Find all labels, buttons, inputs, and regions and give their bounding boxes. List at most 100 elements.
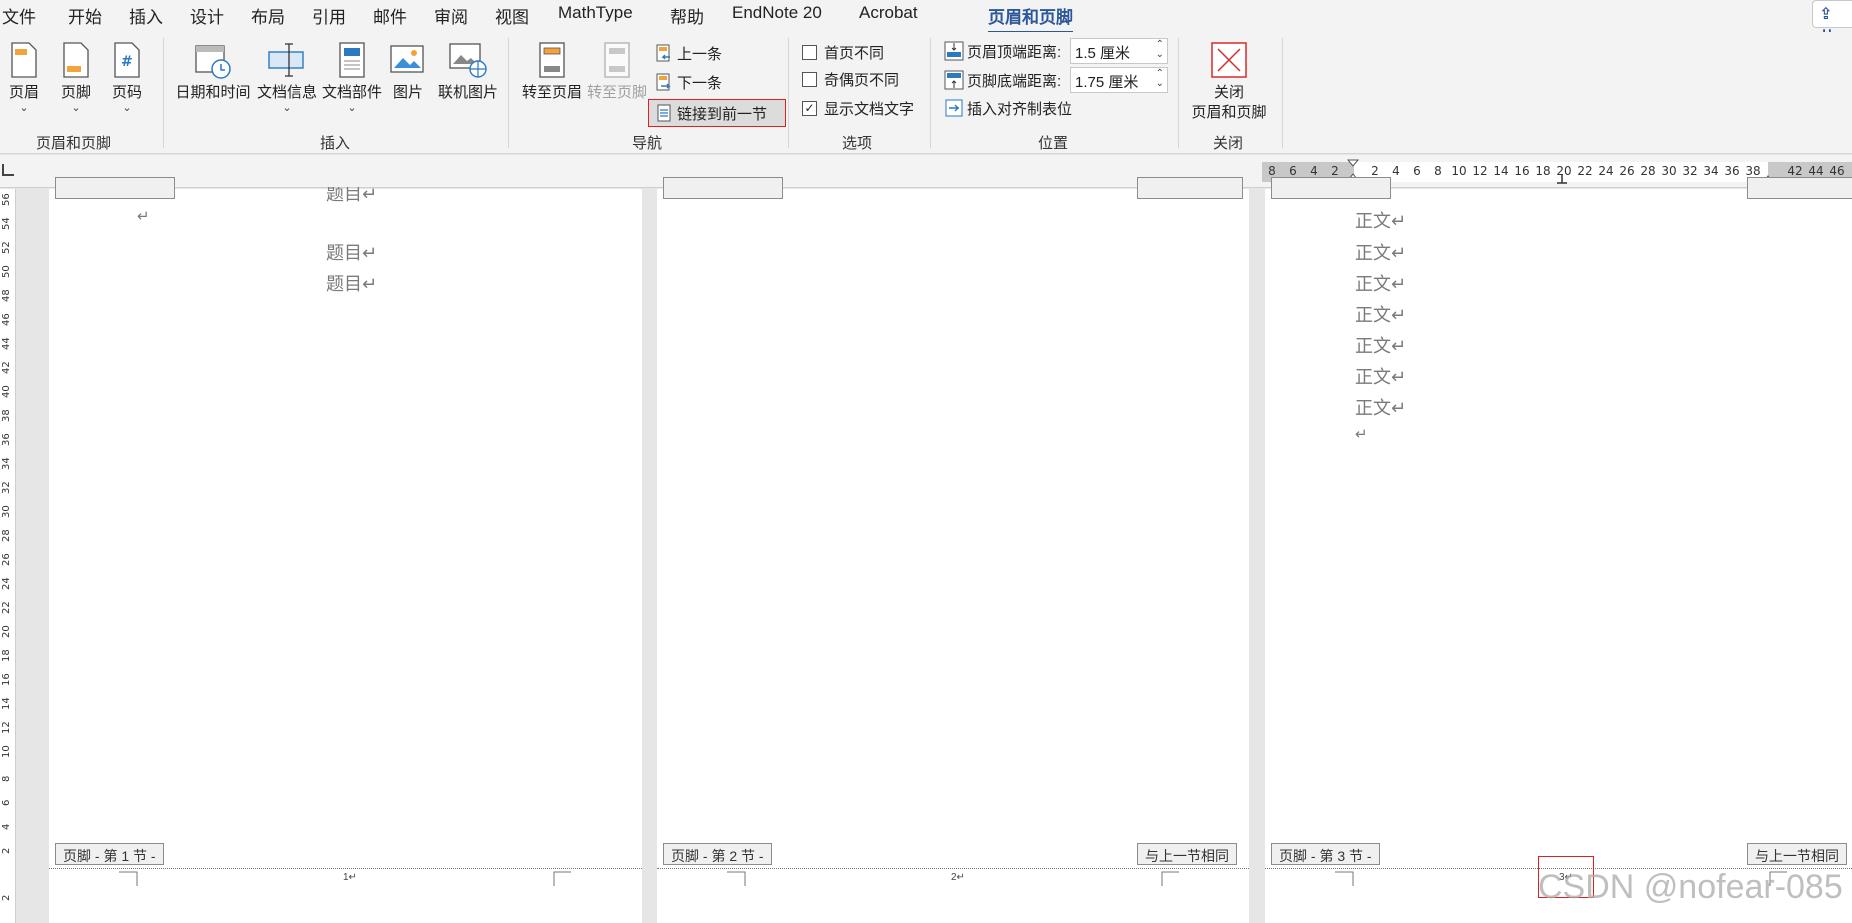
crop-mark-icon [553, 871, 571, 886]
checkmark-icon: ✓ [802, 101, 817, 116]
body-line[interactable]: 题目↵ [326, 239, 377, 265]
docparts-button[interactable]: 文档部件 ⌄ [320, 40, 384, 126]
tab-review[interactable]: 审阅 [434, 3, 468, 28]
previous-button[interactable]: 上一条 [654, 41, 722, 65]
spin-arrows-icon[interactable]: ⌃ ⌄ [1156, 69, 1164, 89]
show-document-text-checkbox[interactable]: ✓ 显示文档文字 [802, 98, 914, 119]
ruler-tick: 16 [1514, 164, 1530, 178]
diff-odd-even-checkbox[interactable]: 奇偶页不同 [802, 69, 899, 90]
footer-bottom-distance-icon [944, 70, 964, 90]
body-line[interactable]: 题目↵ [326, 270, 377, 296]
tab-mailings[interactable]: 邮件 [373, 3, 407, 28]
online-picture-icon [448, 40, 488, 80]
ruler-tick: 14 [1, 697, 12, 710]
ruler-tick: 4 [1310, 164, 1318, 178]
ruler-tick: 32 [1, 481, 12, 494]
group-divider [508, 38, 509, 148]
footer-section-tag: 页脚 - 第 2 节 - [663, 843, 772, 865]
document-parts-icon [332, 40, 372, 80]
body-line[interactable]: 正文↵ [1355, 239, 1406, 265]
page-number-field[interactable]: 1↵ [343, 872, 357, 883]
tab-references[interactable]: 引用 [312, 3, 346, 28]
body-line[interactable]: 正文↵ [1355, 363, 1406, 389]
watermark: CSDN @nofear-085 [1538, 868, 1843, 906]
page-number-button[interactable]: # 页码 ⌄ [107, 40, 147, 126]
chevron-down-icon: ⌄ [282, 102, 292, 114]
body-line[interactable]: 正文↵ [1355, 301, 1406, 327]
ruler-tick: 38 [1745, 164, 1761, 178]
ruler-tick: 2 [1331, 164, 1339, 178]
ruler-tick: 42 [1787, 164, 1803, 178]
goto-header-button[interactable]: 转至页眉 [520, 40, 584, 126]
docinfo-button[interactable]: 文档信息 ⌄ [255, 40, 319, 126]
ruler-tick: 28 [1, 529, 12, 542]
close-icon [1209, 40, 1249, 80]
online-picture-button[interactable]: 联机图片 [436, 40, 500, 126]
header-tag-cut [1747, 177, 1852, 199]
same-as-previous-tag: 与上一节相同 [1747, 843, 1847, 865]
tab-insert[interactable]: 插入 [129, 3, 163, 28]
tab-layout[interactable]: 布局 [251, 3, 285, 28]
checkbox-box [802, 45, 817, 60]
datetime-button[interactable]: 日期和时间 [175, 40, 251, 126]
next-section-icon [654, 72, 674, 92]
tab-header-footer[interactable]: 页眉和页脚 [988, 3, 1073, 34]
close-header-footer-button[interactable]: 关闭 页眉和页脚 [1188, 40, 1270, 126]
picture-button[interactable]: 图片 [388, 40, 428, 126]
body-line[interactable]: 正文↵ [1355, 332, 1406, 358]
link-to-previous-button[interactable]: 链接到前一节 [648, 99, 786, 127]
share-button[interactable]: ⇪共 [1812, 0, 1852, 47]
footer-button[interactable]: 页脚 ⌄ [56, 40, 96, 126]
page-3[interactable]: 正文↵ 正文↵ 正文↵ 正文↵ 正文↵ 正文↵ 正文↵ ↵ 页脚 - 第 3 节… [1265, 177, 1852, 923]
ruler-tick: 46 [1, 313, 12, 326]
header-top-distance-input[interactable]: 1.5 厘米 ⌃ ⌄ [1070, 38, 1168, 64]
crop-mark-icon [1335, 871, 1354, 886]
header-top-distance-label: 页眉顶端距离: [944, 38, 1061, 64]
chevron-down-icon: ⌄ [122, 102, 132, 114]
page-number-field[interactable]: 2↵ [951, 872, 965, 883]
group-label-position: 位置 [1038, 135, 1069, 152]
tab-view[interactable]: 视图 [495, 3, 529, 28]
goto-footer-button[interactable]: 转至页脚 [585, 40, 649, 126]
tab-endnote[interactable]: EndNote 20 [732, 3, 822, 23]
page-2[interactable]: 页脚 - 第 2 节 - 与上一节相同 2↵ [657, 177, 1249, 923]
tab-mathtype[interactable]: MathType [558, 3, 633, 23]
tab-acrobat[interactable]: Acrobat [859, 3, 918, 23]
ruler-tick: 12 [1, 721, 12, 734]
ruler-tick: 8 [1434, 164, 1442, 178]
body-line[interactable]: 正文↵ [1355, 394, 1406, 420]
header-top-distance-icon [944, 41, 964, 61]
vertical-ruler[interactable]: 56 54 52 50 48 46 44 42 40 38 36 34 32 3… [0, 189, 16, 923]
ruler-tick: 18 [1535, 164, 1551, 178]
tab-design[interactable]: 设计 [190, 3, 224, 28]
next-button[interactable]: 下一条 [654, 70, 722, 94]
diff-first-page-checkbox[interactable]: 首页不同 [802, 42, 884, 63]
ruler-tick: 26 [1619, 164, 1635, 178]
ruler-tick: 34 [1703, 164, 1719, 178]
insert-alignment-tab-button[interactable]: 插入对齐制表位 [944, 96, 1072, 120]
group-divider [1178, 38, 1179, 148]
ruler-tick: 22 [1, 601, 12, 614]
page-1[interactable]: 题目↵ ↵ 题目↵ 题目↵ 页脚 - 第 1 节 - 1↵ [49, 177, 642, 923]
tab-file[interactable]: 文件 [2, 3, 36, 28]
ruler-tick: 14 [1493, 164, 1509, 178]
ruler-tick: 46 [1829, 164, 1845, 178]
chevron-down-icon: ⌄ [347, 102, 357, 114]
header-button[interactable]: 页眉 ⌄ [4, 40, 44, 126]
group-label-insert: 插入 [320, 135, 351, 152]
ruler-tick: 16 [1, 673, 12, 686]
spin-arrows-icon[interactable]: ⌃ ⌄ [1156, 40, 1164, 60]
document-info-icon [267, 40, 307, 80]
group-label-close: 关闭 [1213, 135, 1244, 152]
ruler-tick: 36 [1724, 164, 1740, 178]
ruler-tick: 38 [1, 409, 12, 422]
header-tag-cut [1137, 177, 1243, 199]
tab-home[interactable]: 开始 [68, 3, 102, 28]
ruler-tick: 2 [1, 847, 12, 854]
footer-bottom-distance-input[interactable]: 1.75 厘米 ⌃ ⌄ [1070, 67, 1168, 93]
tab-selector-icon[interactable] [2, 164, 14, 176]
body-line[interactable]: 正文↵ [1355, 270, 1406, 296]
body-line[interactable]: 正文↵ [1355, 207, 1406, 233]
chevron-down-icon: ⌄ [19, 102, 29, 114]
tab-help[interactable]: 帮助 [670, 3, 704, 28]
